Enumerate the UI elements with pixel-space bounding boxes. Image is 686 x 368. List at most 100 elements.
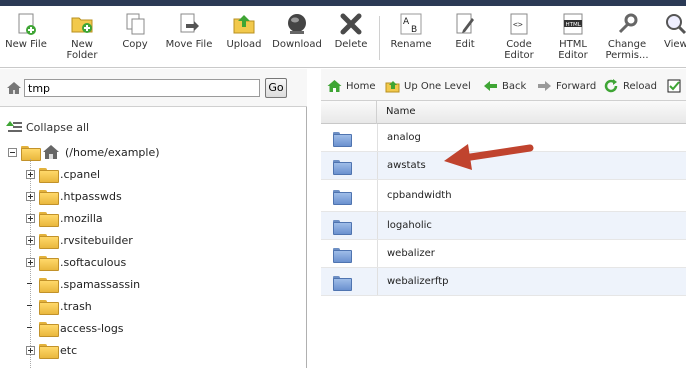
- home-icon: [327, 79, 342, 93]
- table-row[interactable]: cpbandwidth: [321, 180, 686, 212]
- tree-item[interactable]: .softaculous: [26, 256, 126, 271]
- cell-divider: [377, 240, 378, 267]
- tree-item[interactable]: .htpasswds: [26, 190, 122, 205]
- code-icon-text: <>: [513, 20, 523, 29]
- folder-tree-pane: Go Collapse all (/home/example) .cpanel …: [0, 69, 307, 368]
- path-bar: Go: [0, 69, 307, 107]
- collapse-toggle-icon[interactable]: [8, 147, 17, 157]
- file-name: analog: [387, 132, 421, 143]
- expand-icon[interactable]: [26, 170, 35, 179]
- up-one-level-button[interactable]: Up One Level: [385, 79, 471, 93]
- table-row[interactable]: awstats: [321, 152, 686, 180]
- go-button[interactable]: Go: [265, 78, 287, 98]
- change-permissions-button[interactable]: Change Permis...: [603, 12, 651, 68]
- tree-root[interactable]: (/home/example): [8, 144, 160, 161]
- folder-icon: [333, 220, 352, 235]
- expand-icon[interactable]: [26, 192, 35, 201]
- code-editor-icon: <>: [507, 12, 531, 36]
- file-name: cpbandwidth: [387, 190, 452, 201]
- edit-button[interactable]: Edit: [448, 12, 482, 68]
- tree-spacer: [26, 280, 35, 289]
- new-folder-icon: [70, 12, 94, 36]
- folder-icon: [39, 190, 59, 205]
- delete-button[interactable]: Delete: [332, 12, 370, 68]
- folder-icon: [39, 344, 59, 359]
- code-editor-button[interactable]: <> Code Editor: [500, 12, 538, 68]
- expand-icon[interactable]: [26, 258, 35, 267]
- table-row[interactable]: analog: [321, 124, 686, 152]
- html-editor-button[interactable]: HTML HTML Editor: [553, 12, 593, 68]
- forward-button[interactable]: Forward: [537, 79, 596, 93]
- folder-icon: [39, 256, 59, 271]
- toolbar-separator: [379, 16, 380, 60]
- copy-icon: [123, 12, 147, 36]
- view-icon: [664, 12, 686, 36]
- svg-text:A: A: [403, 17, 410, 27]
- home-icon[interactable]: [6, 81, 22, 95]
- upload-icon: [232, 12, 256, 36]
- cell-divider: [377, 180, 378, 211]
- tree-item[interactable]: .mozilla: [26, 212, 103, 227]
- tree-item[interactable]: .spamassassin: [26, 278, 140, 293]
- file-name: awstats: [387, 160, 426, 171]
- name-column-header[interactable]: Name: [386, 106, 416, 117]
- file-name: webalizerftp: [387, 276, 449, 287]
- file-list-pane: Home Up One Level Back Forward Reload Na…: [321, 69, 686, 368]
- up-folder-icon: [385, 79, 400, 93]
- tree-item[interactable]: etc: [26, 344, 77, 359]
- folder-icon: [39, 300, 59, 315]
- icon-column-header[interactable]: [321, 101, 377, 124]
- back-button[interactable]: Back: [483, 79, 526, 93]
- expand-icon[interactable]: [26, 346, 35, 355]
- svg-text:B: B: [411, 25, 417, 35]
- folder-icon: [333, 248, 352, 263]
- folder-icon: [39, 234, 59, 249]
- move-file-button[interactable]: Move File: [164, 12, 214, 68]
- navigation-bar: Home Up One Level Back Forward Reload: [321, 69, 686, 101]
- new-file-button[interactable]: New File: [4, 12, 48, 68]
- html-editor-icon: HTML: [561, 12, 585, 36]
- tree-item[interactable]: .cpanel: [26, 168, 100, 183]
- collapse-all-link[interactable]: Collapse all: [6, 120, 89, 134]
- reload-button[interactable]: Reload: [604, 79, 657, 93]
- upload-button[interactable]: Upload: [225, 12, 263, 68]
- folder-icon: [39, 168, 59, 183]
- rename-icon: AB: [399, 12, 423, 36]
- toolbar: New File New Folder Copy Move File Uploa…: [0, 6, 686, 68]
- folder-icon: [333, 132, 352, 147]
- file-name: logaholic: [387, 220, 432, 231]
- table-row[interactable]: webalizerftp: [321, 268, 686, 296]
- tree-item[interactable]: .rvsitebuilder: [26, 234, 133, 249]
- folder-icon: [333, 276, 352, 291]
- file-name: webalizer: [387, 248, 435, 259]
- expand-icon[interactable]: [26, 236, 35, 245]
- checkbox-icon: [667, 79, 682, 93]
- tree-item[interactable]: access-logs: [26, 322, 124, 337]
- reload-icon: [604, 79, 619, 93]
- home-folder-icon: [42, 144, 60, 160]
- cell-divider: [377, 212, 378, 239]
- table-row[interactable]: webalizer: [321, 240, 686, 268]
- html-icon-text: HTML: [566, 22, 582, 28]
- table-row[interactable]: logaholic: [321, 212, 686, 240]
- back-arrow-icon: [483, 79, 498, 93]
- new-folder-button[interactable]: New Folder: [60, 12, 104, 68]
- path-input[interactable]: [24, 79, 260, 97]
- rename-button[interactable]: AB Rename: [389, 12, 433, 68]
- home-nav-button[interactable]: Home: [327, 79, 376, 93]
- forward-arrow-icon: [537, 79, 552, 93]
- download-button[interactable]: Download: [272, 12, 322, 68]
- cell-divider: [377, 124, 378, 151]
- collapse-icon: [6, 120, 22, 134]
- tree-spacer: [26, 302, 35, 311]
- expand-icon[interactable]: [26, 214, 35, 223]
- copy-button[interactable]: Copy: [117, 12, 153, 68]
- cell-divider: [377, 268, 378, 295]
- tree-spacer: [26, 324, 35, 333]
- folder-icon: [39, 212, 59, 227]
- select-all-checkbox[interactable]: [667, 79, 686, 93]
- view-button[interactable]: View: [664, 12, 686, 68]
- folder-icon: [333, 190, 352, 205]
- edit-icon: [453, 12, 477, 36]
- tree-item[interactable]: .trash: [26, 300, 92, 315]
